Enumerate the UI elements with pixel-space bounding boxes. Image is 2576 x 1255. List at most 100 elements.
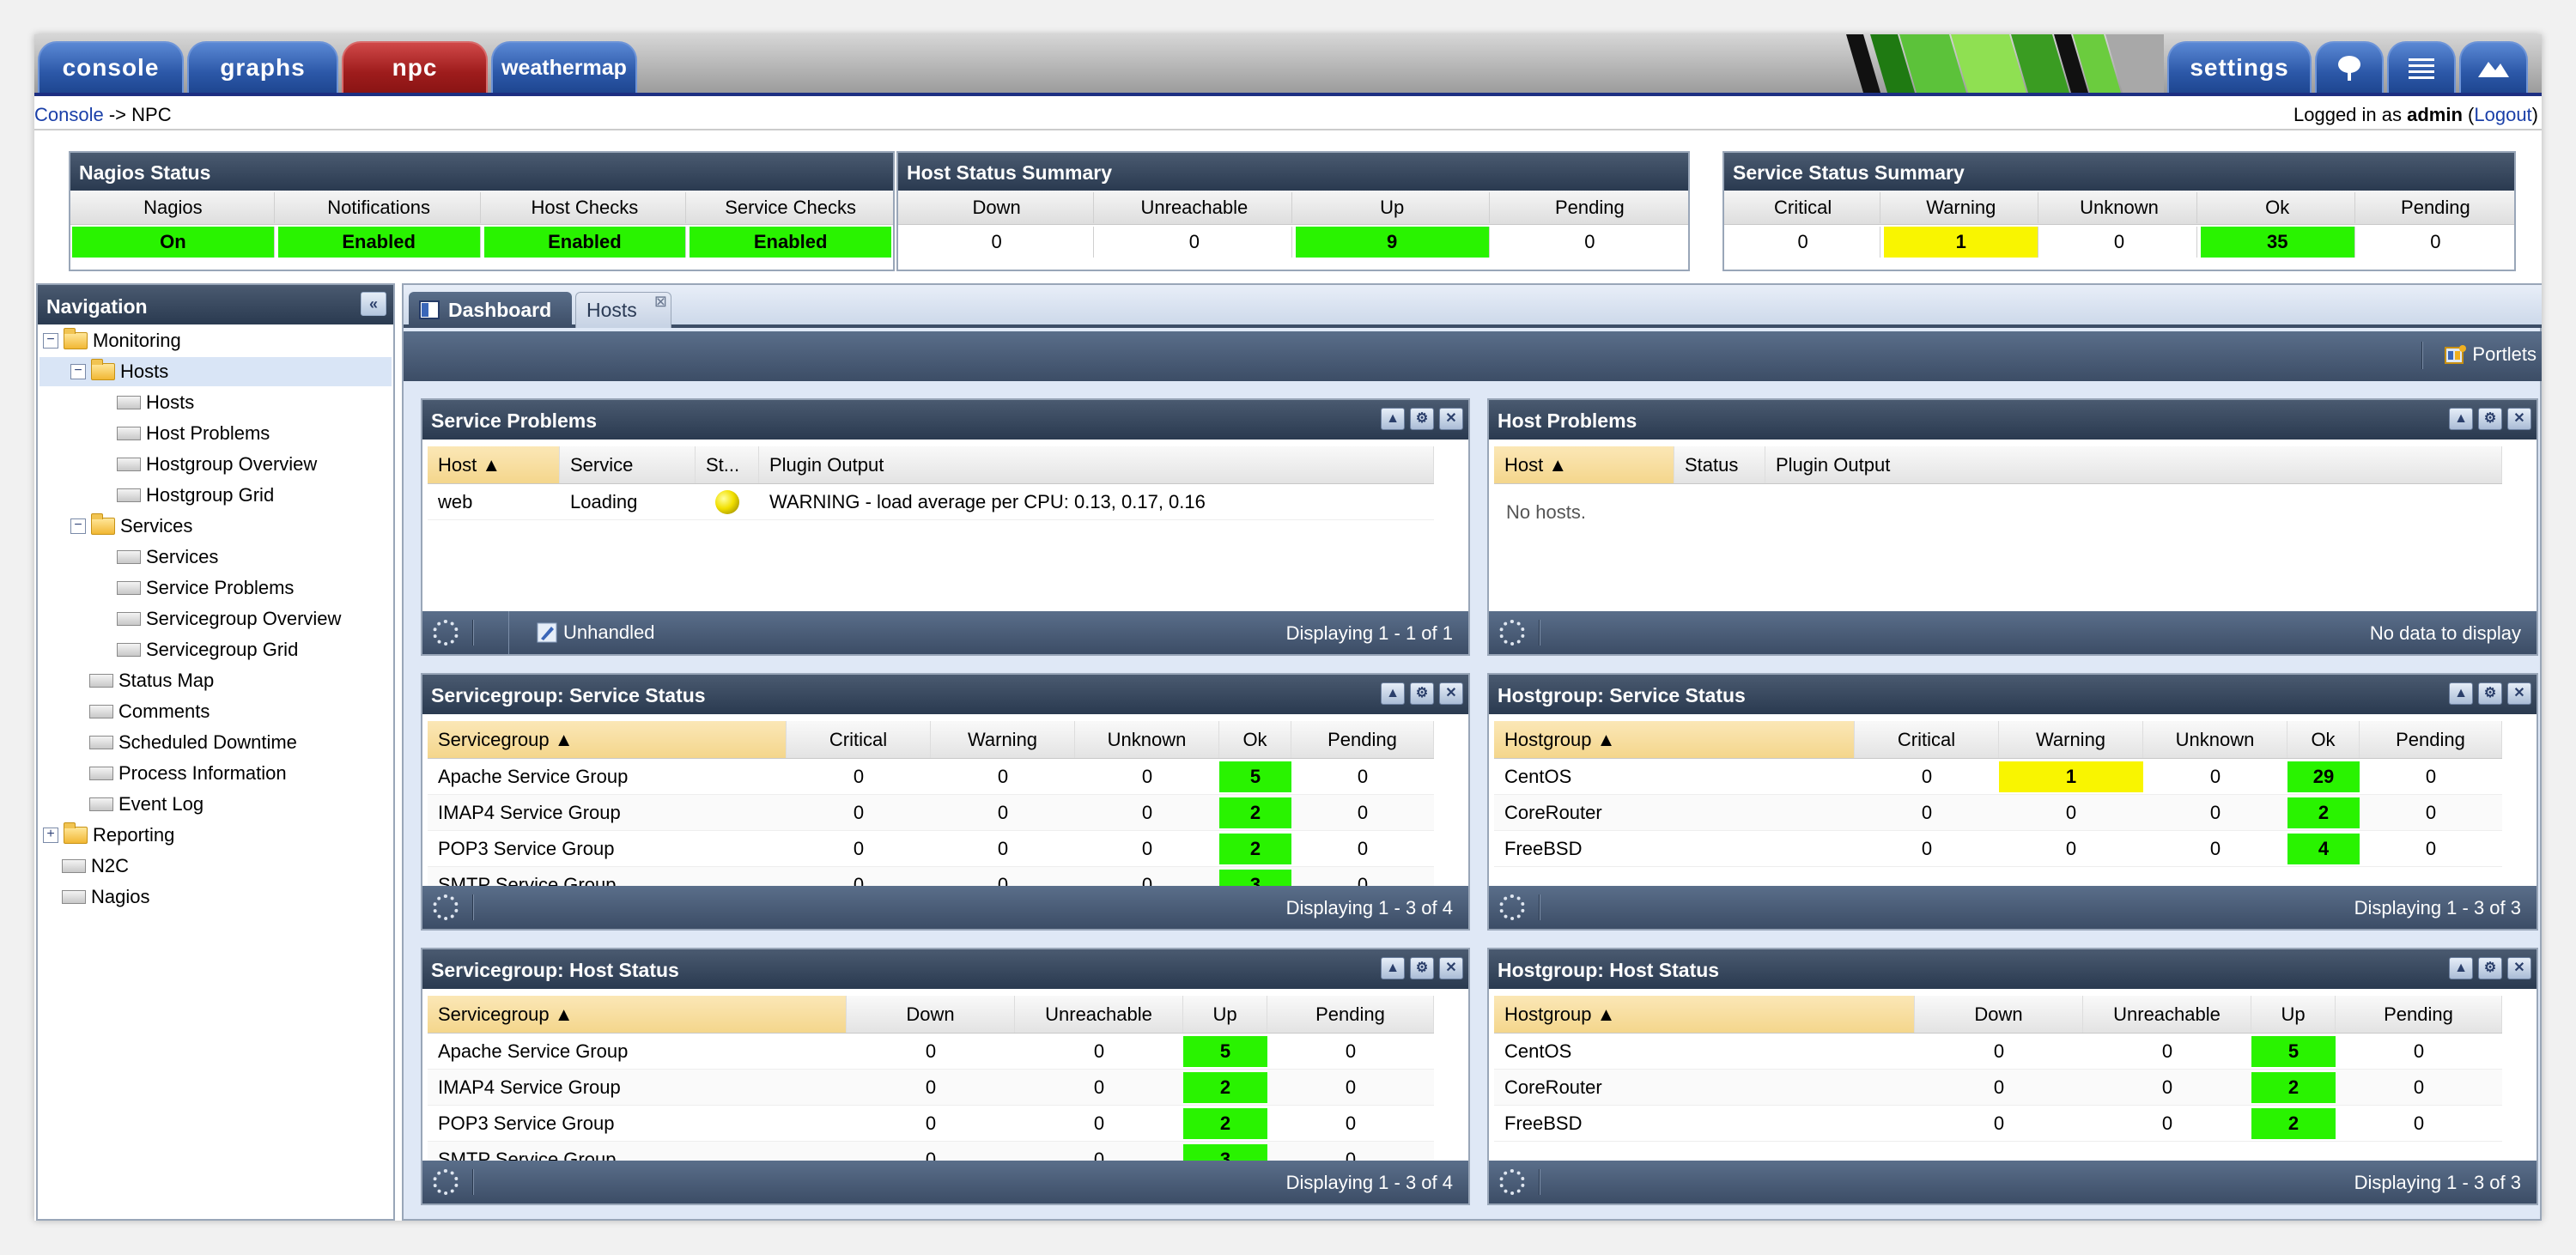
collapse-portlet-icon[interactable]: ▲ bbox=[1381, 408, 1405, 430]
table-row[interactable]: IMAP4 Service Group 0 0 2 0 bbox=[428, 1070, 1434, 1106]
tab-dashboard[interactable]: Dashboard bbox=[409, 292, 572, 328]
close-icon[interactable]: ✕ bbox=[1439, 682, 1463, 705]
refresh-icon[interactable] bbox=[1499, 620, 1525, 646]
nav-item-hosts-group[interactable]: − Hosts bbox=[39, 357, 392, 386]
col-hostgroup[interactable]: Hostgroup ▲ bbox=[1494, 721, 1855, 758]
nav-item-event-log[interactable]: Event Log bbox=[89, 790, 204, 819]
nav-item-servicegroup-overview[interactable]: Servicegroup Overview bbox=[117, 604, 341, 634]
col-pending[interactable]: Pending bbox=[1291, 721, 1434, 758]
col-host[interactable]: Host ▲ bbox=[428, 446, 560, 483]
tab-list[interactable] bbox=[2387, 41, 2456, 93]
table-row[interactable]: CoreRouter 0 0 2 0 bbox=[1494, 1070, 2502, 1106]
nav-item-hosts[interactable]: Hosts bbox=[117, 388, 194, 417]
close-icon[interactable]: ✕ bbox=[1439, 957, 1463, 979]
col-pending[interactable]: Pending bbox=[2336, 996, 2502, 1033]
refresh-icon[interactable] bbox=[433, 1169, 459, 1195]
col-pending[interactable]: Pending bbox=[2360, 721, 2502, 758]
collapse-toggle-icon[interactable]: − bbox=[70, 518, 86, 534]
nav-item-n2c[interactable]: N2C bbox=[62, 852, 129, 881]
nav-item-services[interactable]: Services bbox=[117, 543, 218, 572]
table-row[interactable]: IMAP4 Service Group 0 0 0 2 0 bbox=[428, 795, 1434, 831]
collapse-toggle-icon[interactable]: − bbox=[43, 333, 58, 349]
table-row[interactable]: CentOS 0 1 0 29 0 bbox=[1494, 759, 2502, 795]
unhandled-button[interactable]: Unhandled bbox=[536, 621, 654, 644]
collapse-portlet-icon[interactable]: ▲ bbox=[2449, 408, 2473, 430]
col-critical[interactable]: Critical bbox=[787, 721, 931, 758]
table-row[interactable]: CoreRouter 0 0 0 2 0 bbox=[1494, 795, 2502, 831]
close-icon[interactable]: ✕ bbox=[1439, 408, 1463, 430]
table-row[interactable]: SMTP Service Group 0 0 0 3 0 bbox=[428, 867, 1434, 886]
tab-mountains[interactable] bbox=[2459, 41, 2528, 93]
nav-item-reporting[interactable]: + Reporting bbox=[43, 821, 174, 850]
gear-icon[interactable]: ⚙ bbox=[2478, 682, 2502, 705]
logout-link[interactable]: Logout bbox=[2474, 104, 2531, 125]
tab-hosts[interactable]: Hosts ⊠ bbox=[575, 292, 671, 328]
col-host[interactable]: Host ▲ bbox=[1494, 446, 1674, 483]
col-status[interactable]: St... bbox=[696, 446, 759, 483]
tab-settings[interactable]: settings bbox=[2167, 41, 2312, 93]
portlets-button[interactable]: Portlets bbox=[2445, 343, 2537, 366]
expand-toggle-icon[interactable]: + bbox=[43, 828, 58, 843]
col-plugin-output[interactable]: Plugin Output bbox=[1765, 446, 2502, 483]
gear-icon[interactable]: ⚙ bbox=[2478, 957, 2502, 979]
collapse-portlet-icon[interactable]: ▲ bbox=[1381, 957, 1405, 979]
gear-icon[interactable]: ⚙ bbox=[2478, 408, 2502, 430]
refresh-icon[interactable] bbox=[433, 620, 459, 646]
gear-icon[interactable]: ⚙ bbox=[1410, 682, 1434, 705]
table-row[interactable]: Apache Service Group 0 0 0 5 0 bbox=[428, 759, 1434, 795]
nav-item-comments[interactable]: Comments bbox=[89, 697, 210, 726]
nav-item-scheduled-downtime[interactable]: Scheduled Downtime bbox=[89, 728, 297, 757]
col-ok[interactable]: Ok bbox=[1219, 721, 1291, 758]
close-icon[interactable]: ✕ bbox=[2507, 957, 2531, 979]
col-unknown[interactable]: Unknown bbox=[1075, 721, 1219, 758]
table-row[interactable]: CentOS 0 0 5 0 bbox=[1494, 1034, 2502, 1070]
col-plugin-output[interactable]: Plugin Output bbox=[759, 446, 1434, 483]
table-row[interactable]: FreeBSD 0 0 0 4 0 bbox=[1494, 831, 2502, 867]
refresh-icon[interactable] bbox=[1499, 894, 1525, 920]
refresh-icon[interactable] bbox=[433, 894, 459, 920]
col-up[interactable]: Up bbox=[2251, 996, 2336, 1033]
col-servicegroup[interactable]: Servicegroup ▲ bbox=[428, 721, 787, 758]
close-icon[interactable]: ✕ bbox=[2507, 408, 2531, 430]
table-row[interactable]: Apache Service Group 0 0 5 0 bbox=[428, 1034, 1434, 1070]
col-warning[interactable]: Warning bbox=[931, 721, 1075, 758]
nav-item-monitoring[interactable]: − Monitoring bbox=[43, 326, 181, 355]
col-unknown[interactable]: Unknown bbox=[2143, 721, 2287, 758]
close-icon[interactable]: ✕ bbox=[2507, 682, 2531, 705]
gear-icon[interactable]: ⚙ bbox=[1410, 957, 1434, 979]
breadcrumb-console-link[interactable]: Console bbox=[34, 104, 104, 125]
col-status[interactable]: Status bbox=[1674, 446, 1765, 483]
collapse-navigation-button[interactable]: « bbox=[361, 292, 386, 316]
col-pending[interactable]: Pending bbox=[1267, 996, 1434, 1033]
col-critical[interactable]: Critical bbox=[1855, 721, 1999, 758]
table-row[interactable]: FreeBSD 0 0 2 0 bbox=[1494, 1106, 2502, 1142]
gear-icon[interactable]: ⚙ bbox=[1410, 408, 1434, 430]
nav-item-service-problems[interactable]: Service Problems bbox=[117, 573, 294, 603]
table-row[interactable]: POP3 Service Group 0 0 2 0 bbox=[428, 1106, 1434, 1142]
table-row[interactable]: SMTP Service Group 0 0 3 0 bbox=[428, 1142, 1434, 1161]
nav-item-services-group[interactable]: − Services bbox=[70, 512, 192, 541]
col-up[interactable]: Up bbox=[1183, 996, 1267, 1033]
nav-item-servicegroup-grid[interactable]: Servicegroup Grid bbox=[117, 635, 298, 664]
nav-item-hostgroup-overview[interactable]: Hostgroup Overview bbox=[117, 450, 317, 479]
tab-console[interactable]: console bbox=[38, 41, 184, 93]
col-warning[interactable]: Warning bbox=[1999, 721, 2143, 758]
tab-tree[interactable] bbox=[2315, 41, 2384, 93]
collapse-portlet-icon[interactable]: ▲ bbox=[2449, 682, 2473, 705]
nav-item-host-problems[interactable]: Host Problems bbox=[117, 419, 270, 448]
nav-item-hostgroup-grid[interactable]: Hostgroup Grid bbox=[117, 481, 274, 510]
nav-item-process-information[interactable]: Process Information bbox=[89, 759, 287, 788]
collapse-toggle-icon[interactable]: − bbox=[70, 364, 86, 379]
col-unreachable[interactable]: Unreachable bbox=[1015, 996, 1183, 1033]
tab-graphs[interactable]: graphs bbox=[187, 41, 338, 93]
close-tab-icon[interactable]: ⊠ bbox=[654, 293, 667, 311]
col-service[interactable]: Service bbox=[560, 446, 696, 483]
nav-item-nagios[interactable]: Nagios bbox=[62, 882, 149, 912]
col-hostgroup[interactable]: Hostgroup ▲ bbox=[1494, 996, 1915, 1033]
col-unreachable[interactable]: Unreachable bbox=[2083, 996, 2251, 1033]
table-row[interactable]: web Loading WARNING - load average per C… bbox=[428, 484, 1434, 520]
tab-npc[interactable]: npc bbox=[342, 41, 488, 93]
collapse-portlet-icon[interactable]: ▲ bbox=[1381, 682, 1405, 705]
col-servicegroup[interactable]: Servicegroup ▲ bbox=[428, 996, 847, 1033]
table-row[interactable]: POP3 Service Group 0 0 0 2 0 bbox=[428, 831, 1434, 867]
